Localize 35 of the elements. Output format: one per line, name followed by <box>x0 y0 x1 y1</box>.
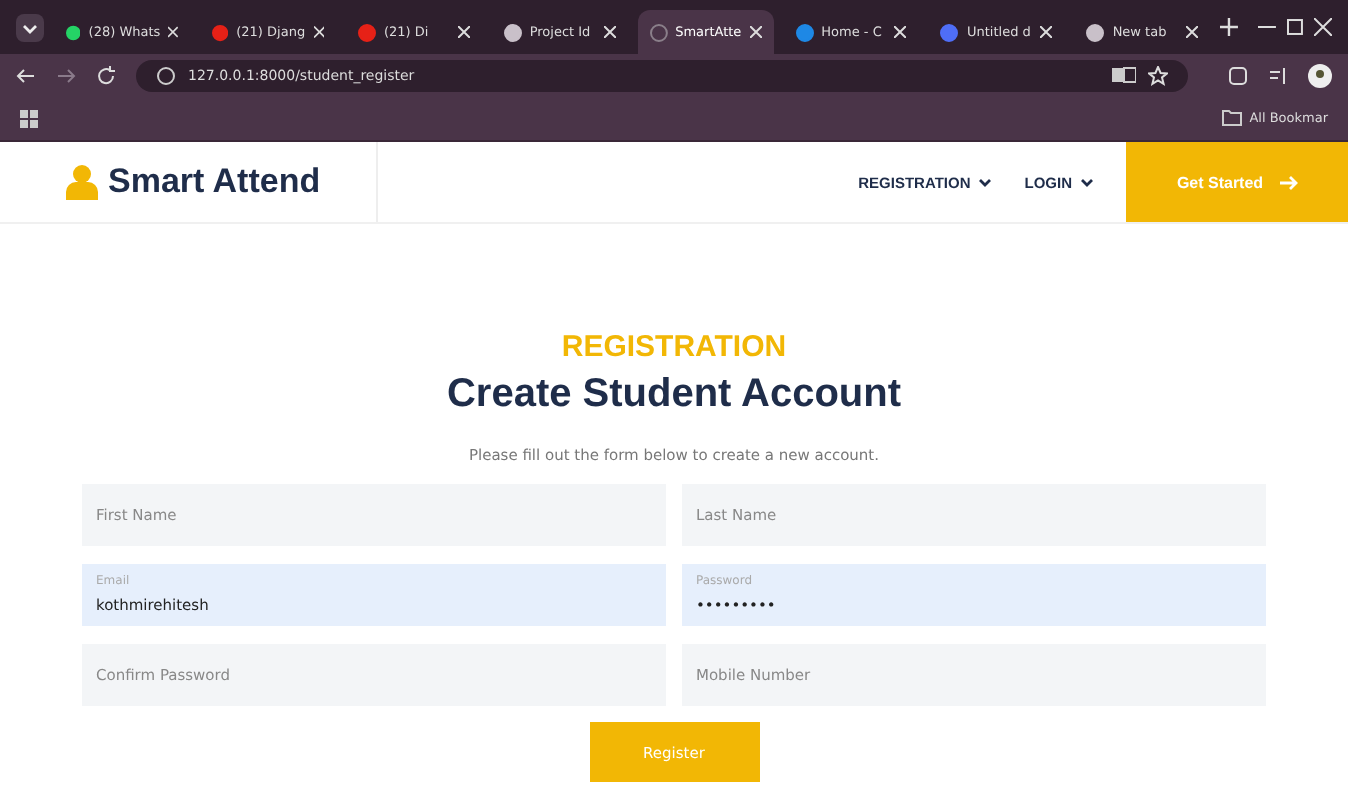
favicon-icon <box>503 23 522 41</box>
profile-icon[interactable] <box>1308 63 1332 87</box>
close-tab-icon[interactable] <box>1040 26 1053 38</box>
tab-search-icon[interactable] <box>16 13 44 41</box>
chevron-down-icon <box>978 177 993 187</box>
maximize-icon[interactable] <box>1286 18 1305 36</box>
brand-name[interactable]: Smart Attend <box>108 162 321 202</box>
favicon-icon <box>212 23 229 41</box>
folder-icon <box>1221 110 1242 126</box>
close-tab-icon[interactable] <box>168 26 178 38</box>
close-tab-icon[interactable] <box>894 26 907 38</box>
close-tab-icon[interactable] <box>603 26 616 38</box>
favicon-icon <box>358 23 376 41</box>
favicon-icon <box>1086 23 1105 41</box>
close-tab-icon[interactable] <box>749 26 762 38</box>
reload-icon[interactable] <box>96 65 116 85</box>
apps-icon[interactable] <box>20 109 38 127</box>
new-tab-icon[interactable] <box>1220 18 1239 36</box>
back-icon[interactable] <box>16 65 36 85</box>
section-label: REGISTRATION <box>561 330 787 364</box>
favicon-icon <box>649 23 668 41</box>
site-info-icon[interactable] <box>156 65 176 85</box>
user-logo-icon <box>66 164 98 200</box>
close-tab-icon[interactable] <box>1186 26 1199 38</box>
favicon-icon <box>795 23 814 41</box>
favicon-icon <box>66 23 81 41</box>
close-icon[interactable] <box>1314 18 1333 36</box>
star-icon[interactable] <box>1148 65 1168 85</box>
arrow-right-icon <box>1279 173 1298 191</box>
favicon-icon <box>940 23 959 41</box>
page-heading: Create Student Account <box>446 372 902 418</box>
close-tab-icon[interactable] <box>313 26 324 38</box>
forward-icon[interactable] <box>56 65 76 85</box>
chevron-down-icon <box>1080 177 1094 187</box>
close-tab-icon[interactable] <box>457 26 470 38</box>
